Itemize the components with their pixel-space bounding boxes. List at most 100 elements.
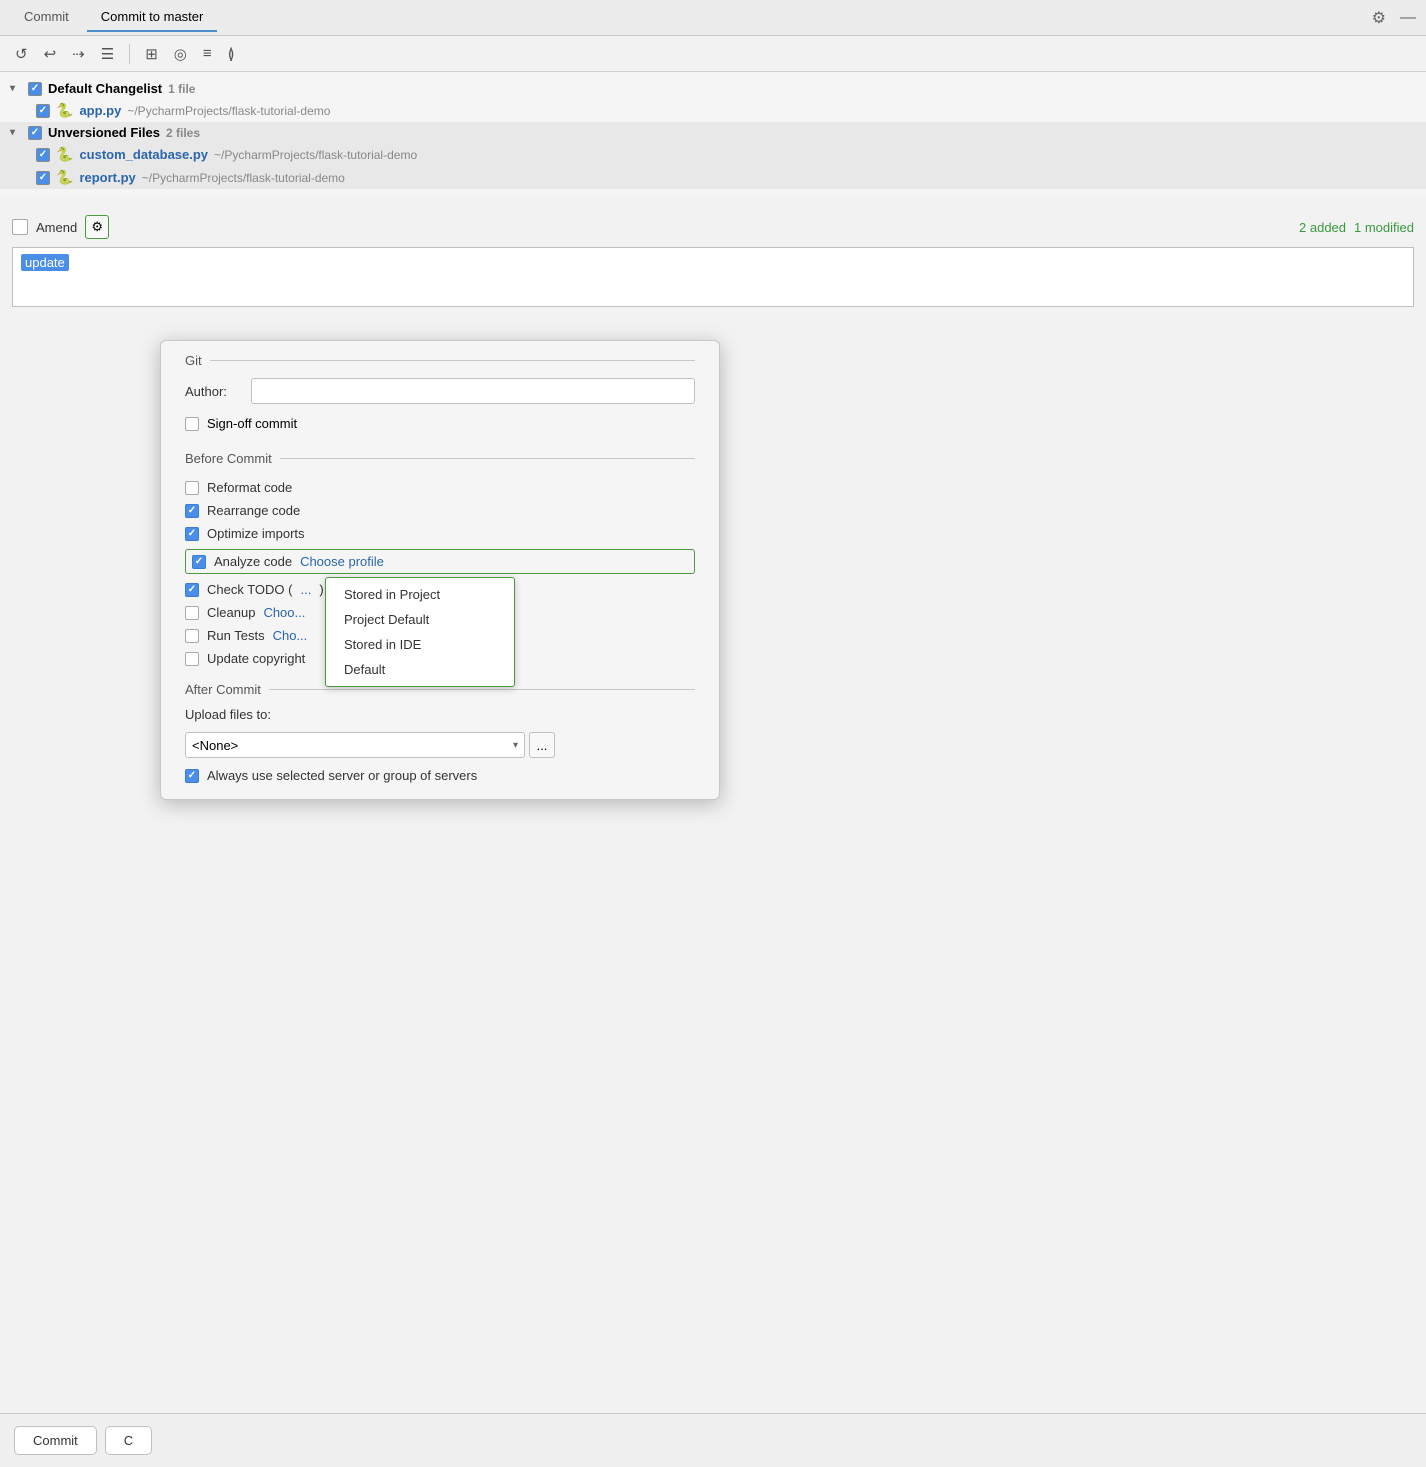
custom-db-checkbox[interactable]	[36, 148, 50, 162]
status-added: 2 added	[1299, 220, 1346, 235]
dropdown-default[interactable]: Default	[326, 657, 514, 682]
unversioned-count: 2 files	[166, 126, 200, 140]
file-row-app-py[interactable]: 🐍 app.py ~/PycharmProjects/flask-tutoria…	[0, 99, 1426, 122]
always-use-label: Always use selected server or group of s…	[207, 768, 477, 783]
filter-button[interactable]: ≡	[198, 41, 217, 66]
bottom-bar: Commit C	[0, 1413, 1426, 1467]
gear-icon[interactable]: ⚙	[1372, 8, 1386, 28]
choose-profile-link[interactable]: Choose profile	[300, 554, 384, 569]
rearrange-checkbox[interactable]	[185, 504, 199, 518]
python-file-icon: 🐍	[56, 102, 73, 119]
status-modified: 1 modified	[1354, 220, 1414, 235]
app-py-path: ~/PycharmProjects/flask-tutorial-demo	[127, 104, 330, 118]
sign-off-row: Sign-off commit	[185, 416, 695, 431]
commit-message-area[interactable]: update	[12, 247, 1414, 307]
upload-label: Upload files to:	[185, 707, 271, 722]
sign-off-checkbox[interactable]	[185, 417, 199, 431]
run-tests-link[interactable]: Cho...	[273, 628, 308, 643]
refresh-button[interactable]: ↺	[10, 41, 33, 67]
toolbar-separator-1	[129, 44, 130, 64]
run-tests-checkbox[interactable]	[185, 629, 199, 643]
commit-button[interactable]: Commit	[14, 1426, 97, 1455]
before-commit-title: Before Commit	[185, 451, 695, 466]
default-changelist-count: 1 file	[168, 82, 195, 96]
check-todo-link[interactable]: ...	[300, 582, 311, 597]
check-todo-checkbox[interactable]	[185, 583, 199, 597]
cleanup-link[interactable]: Choo...	[263, 605, 305, 620]
cleanup-label: Cleanup	[207, 605, 255, 620]
ellipsis-button[interactable]: ...	[529, 732, 555, 758]
git-section: Git Author: Sign-off commit	[161, 341, 719, 431]
optimize-label: Optimize imports	[207, 526, 305, 541]
update-copyright-label: Update copyright	[207, 651, 305, 666]
default-changelist-checkbox[interactable]	[28, 82, 42, 96]
default-changelist-row[interactable]: ▾ Default Changelist 1 file	[0, 78, 1426, 99]
reformat-checkbox[interactable]	[185, 481, 199, 495]
dropdown-project-default[interactable]: Project Default	[326, 607, 514, 632]
always-use-row: Always use selected server or group of s…	[185, 768, 695, 783]
report-checkbox[interactable]	[36, 171, 50, 185]
upload-row: Upload files to:	[185, 707, 695, 722]
commit-section: Amend ⚙ 2 added 1 modified update	[0, 195, 1426, 313]
amend-checkbox[interactable]	[12, 219, 28, 235]
sort-button[interactable]: ≬	[223, 41, 240, 67]
custom-db-name: custom_database.py	[79, 147, 208, 162]
view-button[interactable]: ◎	[169, 41, 192, 67]
analyze-code-row: Analyze code Choose profile	[185, 549, 695, 574]
title-bar-actions: ⚙ —	[1372, 8, 1416, 28]
app-py-checkbox[interactable]	[36, 104, 50, 118]
undo-button[interactable]: ↩	[39, 41, 62, 67]
always-use-checkbox[interactable]	[185, 769, 199, 783]
tab-commit-to-master[interactable]: Commit to master	[87, 3, 218, 32]
check-todo-label: Check TODO (	[207, 582, 292, 597]
cancel-button[interactable]: C	[105, 1426, 152, 1455]
reformat-code-row: Reformat code	[185, 476, 695, 499]
author-input[interactable]	[251, 378, 695, 404]
analyze-label: Analyze code	[214, 554, 292, 569]
report-icon: 🐍	[56, 169, 73, 186]
dropdown-stored-in-project[interactable]: Stored in Project	[326, 582, 514, 607]
optimize-checkbox[interactable]	[185, 527, 199, 541]
sign-off-label: Sign-off commit	[207, 416, 297, 431]
select-container: <None> ▾ ...	[185, 732, 695, 758]
file-row-custom-database[interactable]: 🐍 custom_database.py ~/PycharmProjects/f…	[0, 143, 1426, 166]
report-path: ~/PycharmProjects/flask-tutorial-demo	[142, 171, 345, 185]
commit-message-text: update	[21, 254, 69, 271]
grid-button[interactable]: ⊞	[140, 41, 163, 67]
before-commit-section: Before Commit Reformat code Rearrange co…	[161, 439, 719, 670]
check-todo-close: )	[319, 582, 323, 597]
author-row: Author:	[185, 378, 695, 404]
unversioned-label: Unversioned Files	[48, 125, 160, 140]
file-row-report[interactable]: 🐍 report.py ~/PycharmProjects/flask-tuto…	[0, 166, 1426, 189]
unversioned-checkbox[interactable]	[28, 126, 42, 140]
app-py-name: app.py	[79, 103, 121, 118]
settings-dialog: Git Author: Sign-off commit Before Commi…	[160, 340, 720, 800]
unversioned-chevron: ▾	[10, 127, 22, 138]
author-label: Author:	[185, 384, 241, 399]
tab-commit[interactable]: Commit	[10, 3, 83, 32]
minimize-icon[interactable]: —	[1400, 9, 1416, 27]
toolbar: ↺ ↩ ⇢ ☰ ⊞ ◎ ≡ ≬	[0, 36, 1426, 72]
jump-button[interactable]: ⇢	[67, 41, 90, 67]
analyze-checkbox[interactable]	[192, 555, 206, 569]
ellipsis-icon: ...	[537, 738, 548, 753]
reformat-label: Reformat code	[207, 480, 292, 495]
commit-settings-button[interactable]: ⚙	[85, 215, 109, 239]
git-section-title: Git	[185, 353, 695, 368]
unversioned-changelist-row[interactable]: ▾ Unversioned Files 2 files	[0, 122, 1426, 143]
optimize-imports-row: Optimize imports	[185, 522, 695, 545]
report-name: report.py	[79, 170, 135, 185]
dropdown-stored-in-ide[interactable]: Stored in IDE	[326, 632, 514, 657]
select-arrow-icon: ▾	[513, 740, 518, 751]
run-tests-label: Run Tests	[207, 628, 265, 643]
custom-db-path: ~/PycharmProjects/flask-tutorial-demo	[214, 148, 417, 162]
update-copyright-checkbox[interactable]	[185, 652, 199, 666]
commit-gear-icon: ⚙	[91, 219, 103, 235]
rearrange-code-row: Rearrange code	[185, 499, 695, 522]
upload-select[interactable]: <None> ▾	[185, 732, 525, 758]
title-bar: Commit Commit to master ⚙ —	[0, 0, 1426, 36]
profile-dropdown: Stored in Project Project Default Stored…	[325, 577, 515, 687]
cleanup-checkbox[interactable]	[185, 606, 199, 620]
list-button[interactable]: ☰	[96, 41, 119, 67]
default-changelist-label: Default Changelist	[48, 81, 162, 96]
